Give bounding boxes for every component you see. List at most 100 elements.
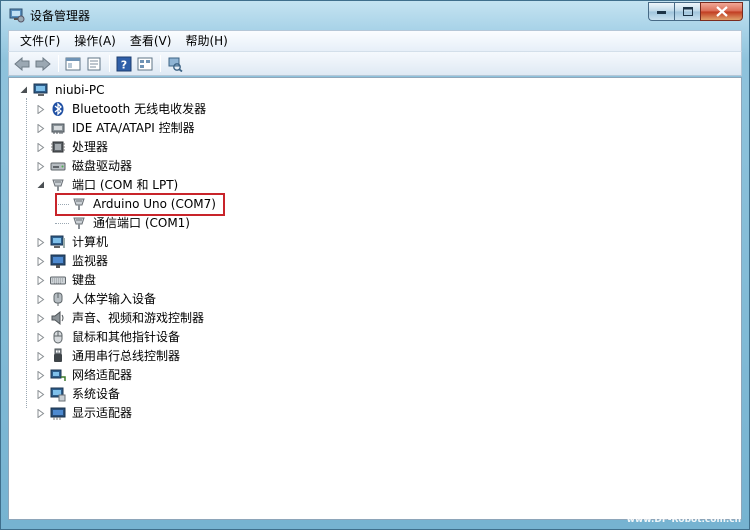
expand-arrow-icon[interactable] <box>36 351 46 361</box>
tree-item-label: 通用串行总线控制器 <box>72 349 181 363</box>
system-device-icon <box>50 386 66 402</box>
tree-item-category[interactable]: 显示适配器 <box>36 404 134 422</box>
tree-item-category[interactable]: 人体学输入设备 <box>36 290 158 308</box>
view-icon <box>137 57 153 70</box>
expand-arrow-icon[interactable] <box>36 123 46 133</box>
tree-item-label: 键盘 <box>72 273 97 287</box>
svg-text:?: ? <box>121 58 127 71</box>
tree-item-label: 端口 (COM 和 LPT) <box>72 178 179 192</box>
keyboard-icon <box>50 272 66 288</box>
toolbar-separator <box>109 55 110 72</box>
close-icon <box>715 6 728 17</box>
expand-arrow-icon[interactable] <box>36 142 46 152</box>
tree-item-category[interactable]: 声音、视频和游戏控制器 <box>36 309 206 327</box>
expand-arrow-icon[interactable] <box>36 256 46 266</box>
window-title: 设备管理器 <box>30 9 91 23</box>
tree-item-label: 计算机 <box>72 235 109 249</box>
tree-guide-line <box>55 204 69 205</box>
collapse-arrow-icon[interactable] <box>36 180 46 190</box>
help-button[interactable]: ? <box>114 54 134 73</box>
title-bar[interactable]: 设备管理器 <box>1 1 749 29</box>
computer-root-icon <box>33 82 49 98</box>
tree-item-category[interactable]: 计算机 <box>36 233 110 251</box>
device-tree-panel[interactable]: niubi-PC Bluetooth 无线电收发器 IDE ATA/ATAPI 控制… <box>8 77 742 520</box>
watermark-text: www.DF-Robot.com.cn <box>626 515 741 525</box>
back-arrow-icon <box>14 56 30 71</box>
device-manager-app-icon <box>9 7 25 23</box>
disk-drive-icon <box>50 158 66 174</box>
tree-item-label: IDE ATA/ATAPI 控制器 <box>72 121 195 135</box>
tree-item-label: Bluetooth 无线电收发器 <box>72 102 207 116</box>
expand-arrow-icon[interactable] <box>36 104 46 114</box>
view-button[interactable] <box>135 54 155 73</box>
tree-item-label: 网络适配器 <box>72 368 133 382</box>
menu-file[interactable]: 文件(F) <box>13 32 67 51</box>
display-adapter-icon <box>50 405 66 421</box>
maximize-button[interactable] <box>674 2 700 21</box>
tree-guide-line <box>26 98 27 408</box>
tree-item-category[interactable]: 通用串行总线控制器 <box>36 347 182 365</box>
tree-item-label: 显示适配器 <box>72 406 133 420</box>
back-button[interactable] <box>12 54 32 73</box>
menu-action[interactable]: 操作(A) <box>67 32 123 51</box>
menu-bar: 文件(F) 操作(A) 查看(V) 帮助(H) <box>8 30 742 51</box>
collapse-arrow-icon[interactable] <box>19 85 29 95</box>
show-hide-tree-icon <box>65 57 81 70</box>
port-icon <box>71 196 87 212</box>
tree-item-category[interactable]: 磁盘驱动器 <box>36 157 134 175</box>
tree-item-label: 处理器 <box>72 140 109 154</box>
minimize-button[interactable] <box>648 2 674 21</box>
tree-item-device[interactable]: 通信端口 (COM1) <box>71 214 192 232</box>
scan-hardware-button[interactable] <box>165 54 185 73</box>
port-icon <box>71 215 87 231</box>
tree-item-label: 鼠标和其他指针设备 <box>72 330 181 344</box>
processor-icon <box>50 139 66 155</box>
toolbar-separator <box>160 55 161 72</box>
tree-item-label: 声音、视频和游戏控制器 <box>72 311 205 325</box>
tree-item-category[interactable]: 鼠标和其他指针设备 <box>36 328 182 346</box>
menu-help[interactable]: 帮助(H) <box>178 32 234 51</box>
tree-item-category[interactable]: 监视器 <box>36 252 110 270</box>
monitor-icon <box>50 253 66 269</box>
expand-arrow-icon[interactable] <box>36 237 46 247</box>
speaker-icon <box>50 310 66 326</box>
expand-arrow-icon[interactable] <box>36 275 46 285</box>
tree-item-category[interactable]: 端口 (COM 和 LPT) <box>36 176 180 194</box>
expand-arrow-icon[interactable] <box>36 332 46 342</box>
help-icon: ? <box>116 56 132 71</box>
properties-button[interactable] <box>84 54 104 73</box>
tree-item-label: niubi-PC <box>55 83 105 97</box>
forward-button[interactable] <box>33 54 53 73</box>
device-manager-window: 设备管理器 文件(F) 操作(A) 查看(V) 帮助(H) ? niubi-PC… <box>0 0 750 530</box>
tree-item-category[interactable]: 系统设备 <box>36 385 122 403</box>
toolbar: ? <box>8 51 742 76</box>
expand-arrow-icon[interactable] <box>36 313 46 323</box>
menu-view[interactable]: 查看(V) <box>123 32 179 51</box>
tree-item-category[interactable]: IDE ATA/ATAPI 控制器 <box>36 119 197 137</box>
caption-buttons <box>648 2 743 21</box>
expand-arrow-icon[interactable] <box>36 294 46 304</box>
scan-hardware-icon <box>168 57 183 72</box>
usb-icon <box>50 348 66 364</box>
tree-item-category[interactable]: 处理器 <box>36 138 110 156</box>
expand-arrow-icon[interactable] <box>36 389 46 399</box>
expand-arrow-icon[interactable] <box>36 161 46 171</box>
ide-controller-icon <box>50 120 66 136</box>
tree-root-computer[interactable]: niubi-PC <box>19 81 106 99</box>
mouse-icon <box>50 329 66 345</box>
tree-item-label: 人体学输入设备 <box>72 292 157 306</box>
tree-item-category[interactable]: 键盘 <box>36 271 98 289</box>
tree-item-category[interactable]: Bluetooth 无线电收发器 <box>36 100 208 118</box>
tree-item-label: 系统设备 <box>72 387 121 401</box>
expand-arrow-icon[interactable] <box>36 408 46 418</box>
close-button[interactable] <box>700 2 743 21</box>
tree-item-category[interactable]: 网络适配器 <box>36 366 134 384</box>
network-adapter-icon <box>50 367 66 383</box>
tree-item-arduino-uno[interactable]: Arduino Uno (COM7) <box>71 195 218 213</box>
show-hide-tree-button[interactable] <box>63 54 83 73</box>
port-icon <box>50 177 66 193</box>
computer-icon <box>50 234 66 250</box>
expand-arrow-icon[interactable] <box>36 370 46 380</box>
tree-item-label: 磁盘驱动器 <box>72 159 133 173</box>
tree-item-label: 通信端口 (COM1) <box>93 216 190 230</box>
